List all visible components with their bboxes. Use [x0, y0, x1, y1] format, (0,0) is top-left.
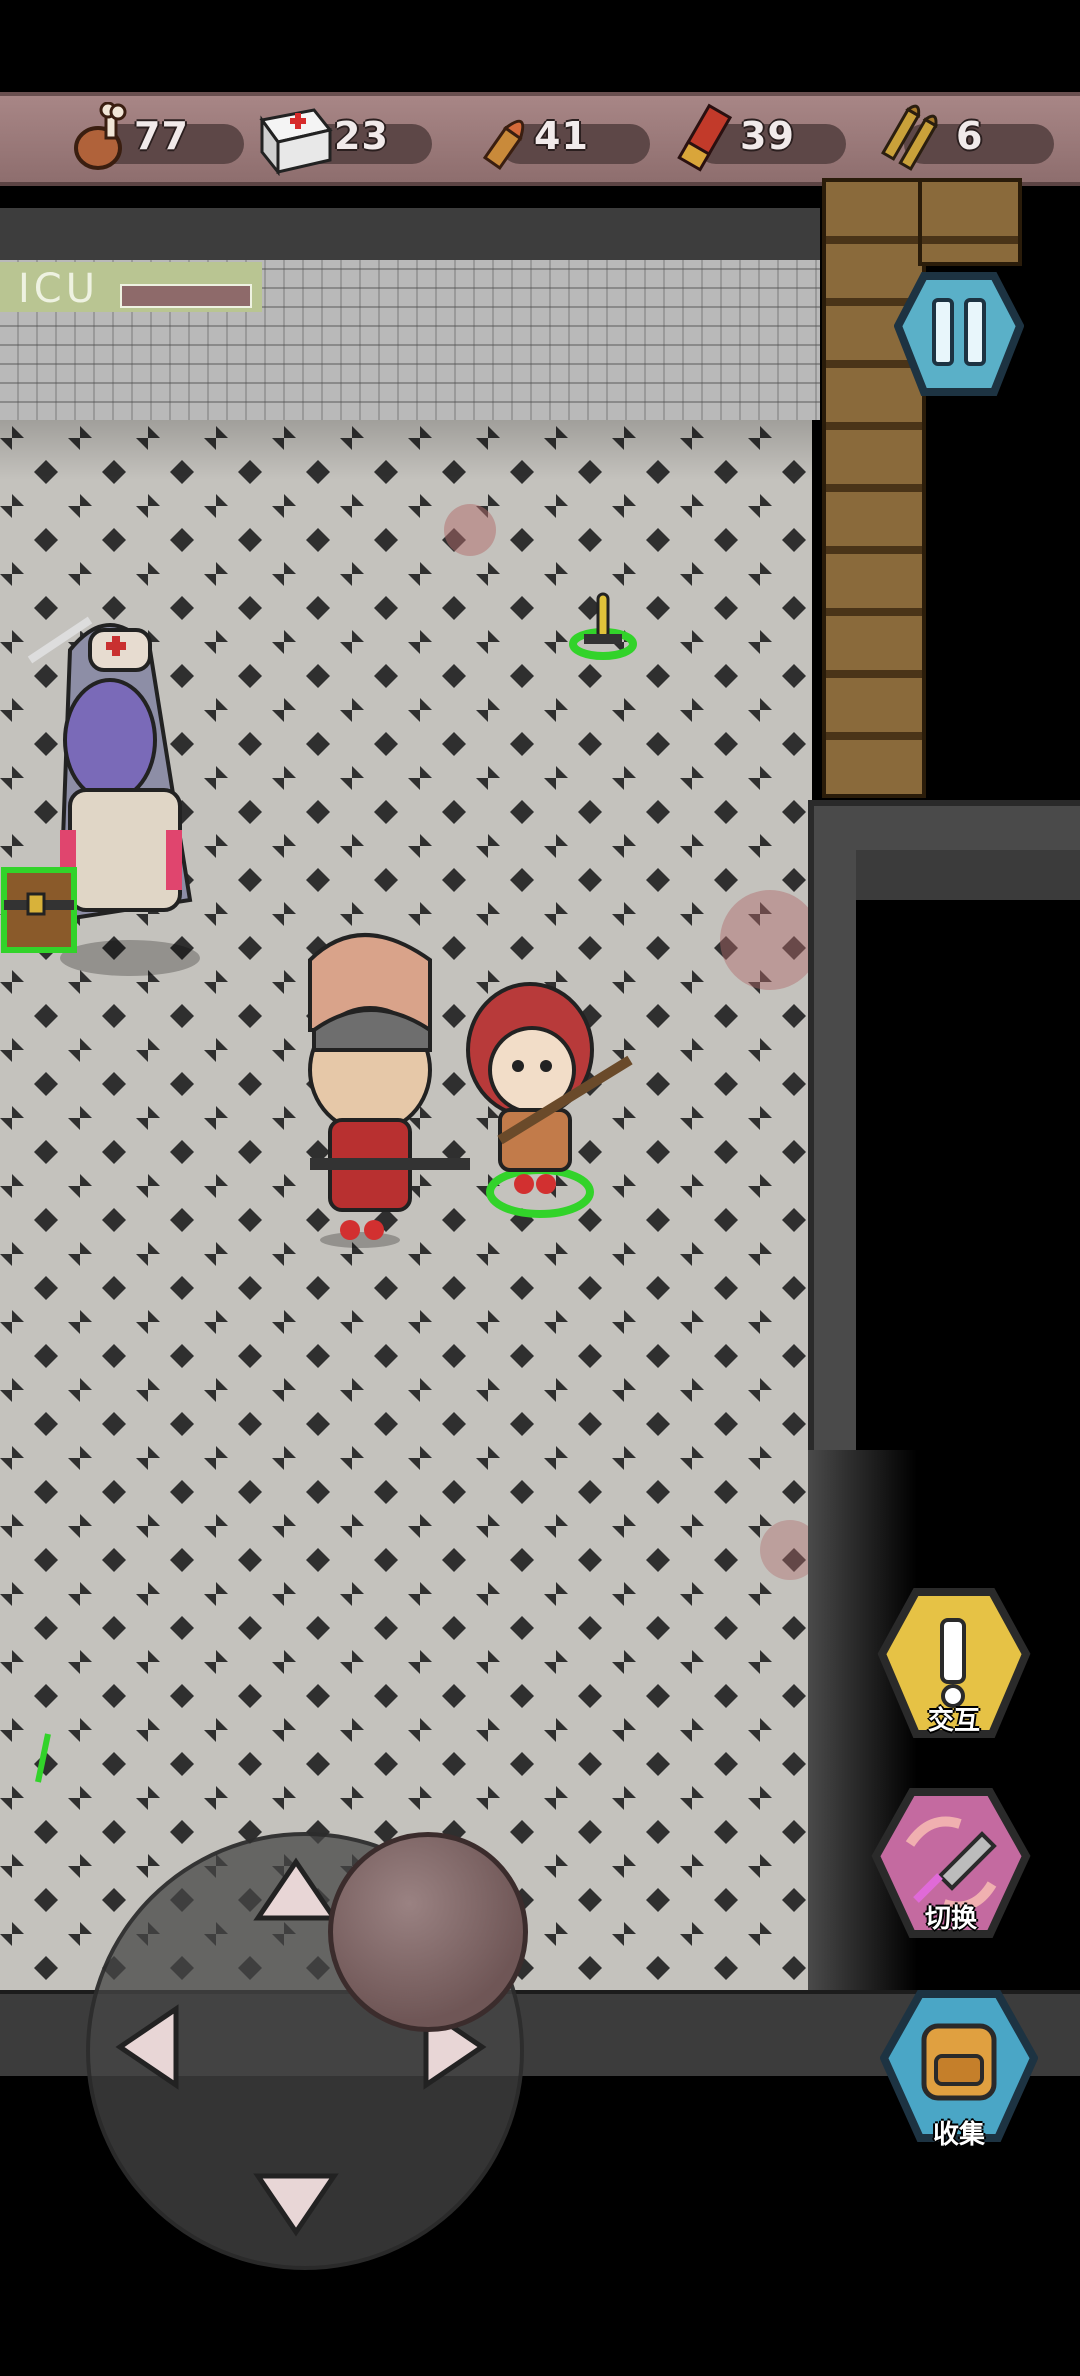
- pause-icon: [932, 298, 954, 366]
- resource-bar: 77 23 41 39 6: [0, 92, 1080, 186]
- green-spark-icon: [35, 1733, 51, 1783]
- pause-button[interactable]: [894, 266, 1024, 402]
- collect-button[interactable]: 收集: [879, 1986, 1039, 2152]
- shotgun-shell-icon: [677, 103, 733, 172]
- joystick-knob[interactable]: [328, 1832, 528, 2032]
- green-item-marker-icon[interactable]: [566, 588, 640, 664]
- wooden-shelf: [918, 178, 1022, 266]
- icu-sign: ICU: [0, 262, 262, 312]
- first-aid-kit-icon: [259, 108, 333, 176]
- dark-room: [856, 850, 1080, 1450]
- resource-value: 77: [134, 114, 189, 158]
- rifle-ammo-icon: [880, 104, 938, 171]
- survivor-red-hood[interactable]: [440, 970, 640, 1230]
- arrow-left-icon: [115, 2004, 179, 2090]
- resource-value: 41: [534, 114, 589, 158]
- icu-sign-text: ICU: [18, 266, 100, 312]
- resource-value: 6: [956, 114, 984, 158]
- arrow-up-icon: [253, 1857, 339, 1921]
- meat-drumstick-icon: [74, 102, 127, 170]
- resource-value: 23: [334, 114, 389, 158]
- collect-label: 收集: [932, 2120, 985, 2150]
- pistol-bullet-icon: [482, 119, 525, 171]
- switch-weapon-button[interactable]: 切换: [870, 1784, 1032, 1950]
- icu-sign-bar: [120, 284, 252, 308]
- resource-value: 39: [740, 114, 795, 158]
- switch-label: 切换: [924, 1904, 977, 1934]
- floor-shadow: [0, 420, 812, 480]
- interact-label: 交互: [927, 1706, 980, 1736]
- treasure-chest-icon[interactable]: [0, 860, 100, 960]
- arrow-down-icon: [253, 2173, 339, 2237]
- top-wall: [0, 208, 820, 264]
- interact-button[interactable]: 交互: [876, 1584, 1032, 1748]
